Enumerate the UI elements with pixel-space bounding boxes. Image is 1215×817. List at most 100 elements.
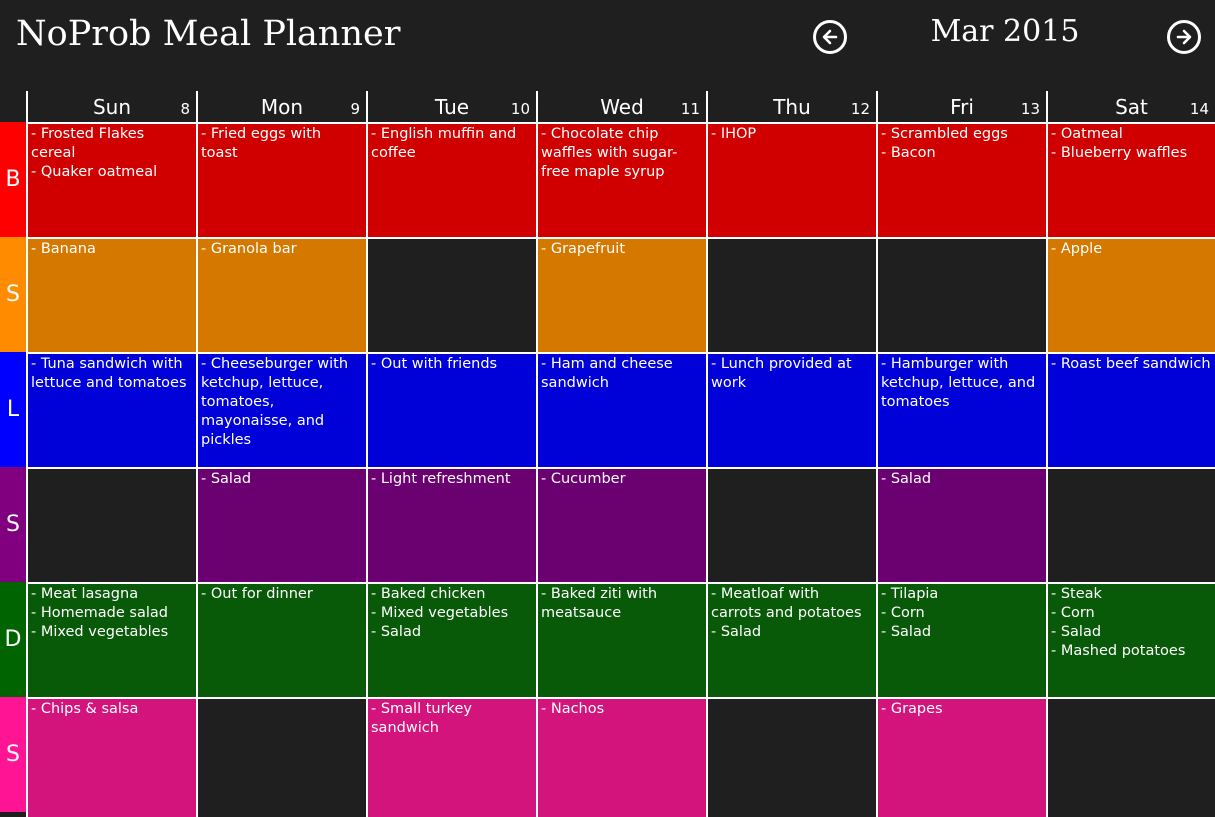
day-date: 11 <box>680 100 700 118</box>
meal-cell[interactable]: - Baked ziti with meatsauce <box>536 582 706 697</box>
day-header-sat: Sat 14 <box>1046 91 1215 122</box>
meal-cell[interactable]: - Lunch provided at work <box>706 352 876 467</box>
meal-item: - Banana <box>31 241 96 257</box>
meal-cell[interactable]: - Chips & salsa <box>26 697 196 817</box>
meal-item: - Grapefruit <box>541 241 626 257</box>
day-date: 12 <box>850 100 870 118</box>
meal-item: - Out for dinner <box>201 586 313 602</box>
meal-cell[interactable] <box>1046 697 1215 817</box>
meal-row-label: D <box>0 582 26 697</box>
meal-cell[interactable]: - Out for dinner <box>196 582 366 697</box>
meal-cell[interactable]: - Fried eggs with toast <box>196 122 366 237</box>
meal-cell[interactable]: - Apple <box>1046 237 1215 352</box>
app-title: NoProb Meal Planner <box>16 14 401 54</box>
day-header-sun: Sun 8 <box>26 91 196 122</box>
day-header-thu: Thu 12 <box>706 91 876 122</box>
meal-cell[interactable]: - Nachos <box>536 697 706 817</box>
meal-cell[interactable] <box>196 697 366 817</box>
meal-cell[interactable] <box>1046 467 1215 582</box>
meal-item: - Meat lasagna <box>31 586 139 602</box>
previous-week-button[interactable] <box>813 20 847 54</box>
meal-item: - Chips & salsa <box>31 701 139 717</box>
meal-item: - Grapes <box>881 701 943 717</box>
meal-item: - Blueberry waffles <box>1051 145 1188 161</box>
meal-cell[interactable]: - Chocolate chip waffles with sugar-free… <box>536 122 706 237</box>
arrow-left-circle-icon <box>822 29 838 45</box>
day-date: 13 <box>1020 100 1040 118</box>
meal-cell[interactable] <box>876 237 1046 352</box>
day-name: Mon <box>260 95 304 119</box>
meal-cell[interactable]: - Out with friends <box>366 352 536 467</box>
meal-item: - Salad <box>881 624 932 640</box>
meal-item: - Salad <box>881 471 932 487</box>
meal-cell[interactable] <box>706 697 876 817</box>
meal-cell[interactable]: - Scrambled eggs - Bacon <box>876 122 1046 237</box>
meal-item: - Mashed potatoes <box>1051 643 1186 659</box>
meal-item: - Apple <box>1051 241 1103 257</box>
meal-cell[interactable]: - Grapes <box>876 697 1046 817</box>
meal-cell[interactable]: - Salad <box>876 467 1046 582</box>
meal-item: - English muffin and coffee <box>371 126 517 161</box>
meal-item: - Fried eggs with toast <box>201 126 322 161</box>
meal-cell[interactable]: - IHOP <box>706 122 876 237</box>
meal-item: - Baked ziti with meatsauce <box>541 586 658 621</box>
meal-row-label: S <box>0 467 26 582</box>
meal-item: - Hamburger with ketchup, lettuce, and t… <box>881 356 1036 410</box>
meal-item: - Nachos <box>541 701 605 717</box>
meal-item: - Frosted Flakes cereal <box>31 126 145 161</box>
meal-cell[interactable]: - Hamburger with ketchup, lettuce, and t… <box>876 352 1046 467</box>
meal-cell[interactable]: - Cheeseburger with ketchup, lettuce, to… <box>196 352 366 467</box>
day-date: 14 <box>1189 100 1209 118</box>
meal-cell[interactable]: - Meat lasagna - Homemade salad - Mixed ve… <box>26 582 196 697</box>
day-date: 9 <box>350 100 360 118</box>
meal-item: - Quaker oatmeal <box>31 164 158 180</box>
meal-cell[interactable]: - Oatmeal - Blueberry waffles <box>1046 122 1215 237</box>
meal-cell[interactable] <box>706 237 876 352</box>
meal-item: - Homemade salad <box>31 605 168 621</box>
meal-cell[interactable] <box>706 467 876 582</box>
meal-item: - Cheeseburger with ketchup, lettuce, to… <box>201 356 349 448</box>
meal-cell[interactable]: - Frosted Flakes cereal - Quaker oatmeal <box>26 122 196 237</box>
day-date: 10 <box>510 100 530 118</box>
meal-cell[interactable] <box>26 467 196 582</box>
meal-cell[interactable]: - Roast beef sandwich <box>1046 352 1215 467</box>
meal-cell[interactable]: - Tuna sandwich with lettuce and tomatoe… <box>26 352 196 467</box>
meal-item: - Bacon <box>881 145 936 161</box>
meal-item: - Oatmeal <box>1051 126 1123 142</box>
meal-cell[interactable]: - Granola bar <box>196 237 366 352</box>
meal-cell[interactable]: - Cucumber <box>536 467 706 582</box>
meal-item: - Ham and cheese sandwich <box>541 356 673 391</box>
meal-cell[interactable]: - Light refreshment <box>366 467 536 582</box>
meal-cell[interactable]: - Baked chicken - Mixed vegetables - Salad <box>366 582 536 697</box>
meal-cell[interactable]: - Steak - Corn - Salad - Mashed potatoes <box>1046 582 1215 697</box>
meal-item: - Tilapia <box>881 586 939 602</box>
meal-item: - Light refreshment <box>371 471 511 487</box>
day-date: 8 <box>180 100 190 118</box>
meal-item: - IHOP <box>711 126 757 142</box>
meal-cell[interactable]: - Salad <box>196 467 366 582</box>
meal-calendar-grid: Sun 8 Mon 9 Tue 10 Wed 11 Thu 12 Fri 13 Sat 14 B - Fros… <box>0 91 1215 817</box>
meal-item: - Baked chicken <box>371 586 486 602</box>
meal-row-label: B <box>0 122 26 237</box>
meal-cell[interactable]: - Banana <box>26 237 196 352</box>
day-name: Sun <box>92 95 132 119</box>
meal-item: - Tuna sandwich with lettuce and tomatoe… <box>31 356 187 391</box>
meal-item: - Lunch provided at work <box>711 356 852 391</box>
meal-item: - Salad <box>711 624 762 640</box>
day-header-wed: Wed 11 <box>536 91 706 122</box>
meal-cell[interactable]: - Grapefruit <box>536 237 706 352</box>
meal-cell[interactable]: - Small turkey sandwich <box>366 697 536 817</box>
meal-cell[interactable]: - Ham and cheese sandwich <box>536 352 706 467</box>
day-header-tue: Tue 10 <box>366 91 536 122</box>
meal-item: - Scrambled eggs <box>881 126 1008 142</box>
meal-item: - Small turkey sandwich <box>371 701 472 736</box>
next-week-button[interactable] <box>1167 20 1201 54</box>
meal-cell[interactable]: - Meatloaf with carrots and potatoes - Sa… <box>706 582 876 697</box>
meal-item: - Salad <box>371 624 422 640</box>
meal-row-label: L <box>0 352 26 467</box>
meal-cell[interactable] <box>366 237 536 352</box>
meal-item: - Meatloaf with carrots and potatoes <box>711 586 862 621</box>
meal-cell[interactable]: - English muffin and coffee <box>366 122 536 237</box>
meal-item: - Mixed vegetables <box>31 624 169 640</box>
meal-cell[interactable]: - Tilapia - Corn - Salad <box>876 582 1046 697</box>
